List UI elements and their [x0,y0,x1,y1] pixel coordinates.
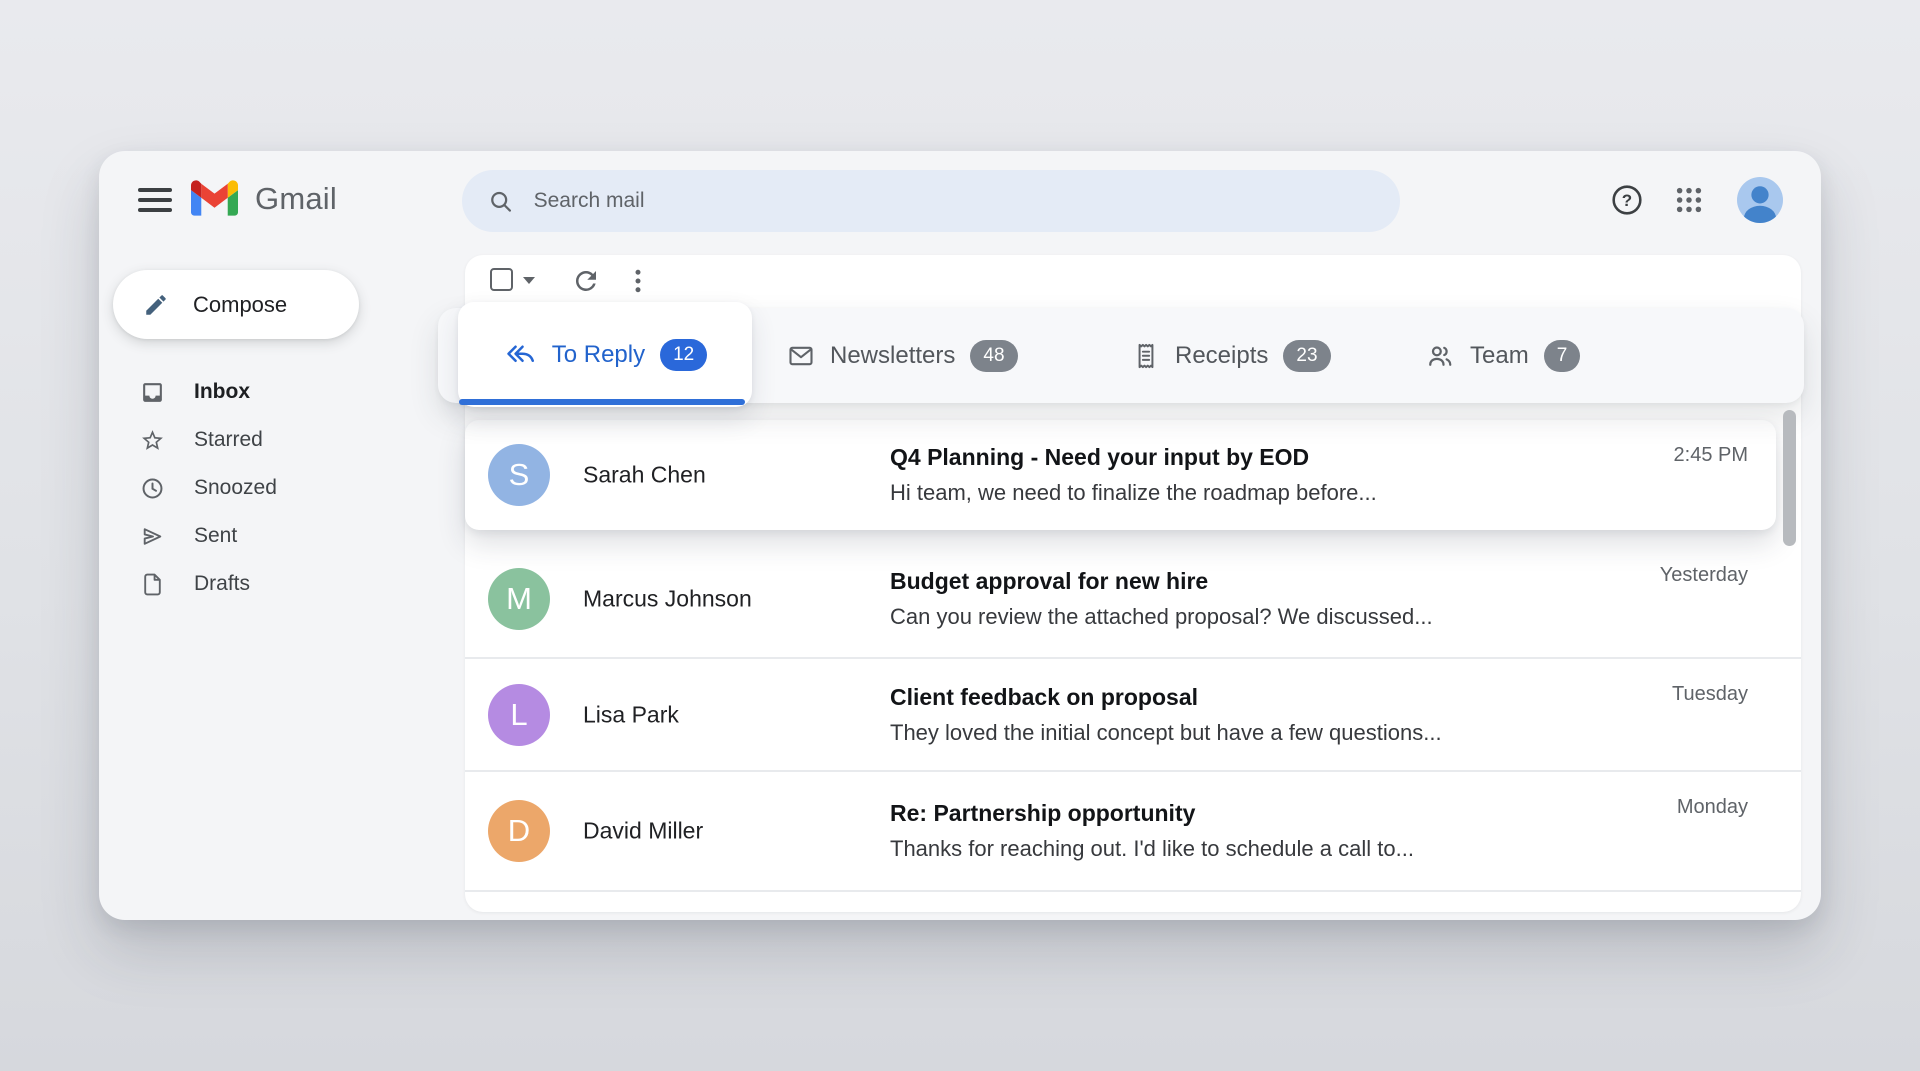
email-content: Budget approval for new hire Can you rev… [890,568,1650,630]
email-snippet: Hi team, we need to finalize the roadmap… [890,480,1650,506]
email-snippet: Can you review the attached proposal? We… [890,604,1650,630]
email-time: Monday [1677,796,1748,819]
email-sender: Marcus Johnson [583,585,863,612]
svg-text:?: ? [1622,191,1632,210]
list-toolbar [465,255,1801,309]
email-time: 2:45 PM [1674,444,1748,467]
list-scrollbar-thumb[interactable] [1783,410,1796,546]
tab-count-badge: 12 [660,339,707,371]
send-icon [140,524,165,549]
star-icon [140,428,165,453]
email-row-sarah-chen[interactable]: S Sarah Chen Q4 Planning - Need your inp… [465,420,1776,530]
sidebar-label-starred: Starred [194,428,263,452]
sidebar-label-drafts: Drafts [194,572,250,596]
tab-team[interactable]: Team 7 [1425,308,1580,403]
refresh-icon[interactable] [571,266,601,296]
app-title: Gmail [255,181,337,217]
compose-label: Compose [193,292,287,318]
email-sender: Sarah Chen [583,462,863,489]
sidebar-item-inbox[interactable]: Inbox [99,368,429,416]
email-time: Yesterday [1660,564,1748,587]
email-snippet: Thanks for reaching out. I'd like to sch… [890,836,1650,862]
receipt-icon [1132,342,1160,370]
reply-all-icon [503,341,537,369]
tab-receipts[interactable]: Receipts 23 [1132,308,1331,403]
clock-icon [140,476,165,501]
gmail-logo-icon [191,180,238,216]
envelope-icon [787,342,815,370]
active-tab-underline [459,399,745,405]
gmail-window: Gmail ? Compose [99,151,1821,920]
compose-button[interactable]: Compose [113,270,359,339]
avatar-person-icon [1737,177,1783,223]
sidebar-label-sent: Sent [194,524,237,548]
help-button[interactable]: ? [1605,178,1649,222]
select-dropdown-caret[interactable] [523,277,535,284]
email-row-marcus-johnson[interactable]: M Marcus Johnson Budget approval for new… [465,540,1801,657]
sidebar-label-snoozed: Snoozed [194,476,277,500]
draft-file-icon [140,572,165,597]
help-icon: ? [1610,183,1644,217]
apps-grid-icon [1674,185,1704,215]
select-all-checkbox[interactable] [490,268,513,291]
email-subject: Re: Partnership opportunity [890,800,1650,827]
sidebar-item-starred[interactable]: Starred [99,416,429,464]
email-subject: Budget approval for new hire [890,568,1650,595]
email-time: Tuesday [1672,683,1748,706]
email-row-david-miller[interactable]: D David Miller Re: Partnership opportuni… [465,770,1801,892]
search-bar[interactable] [462,170,1400,232]
tab-label: Receipts [1175,342,1268,370]
sidebar-item-snoozed[interactable]: Snoozed [99,464,429,512]
tab-newsletters[interactable]: Newsletters 48 [787,308,1018,403]
email-sender: David Miller [583,818,863,845]
sidebar-item-drafts[interactable]: Drafts [99,560,429,608]
email-sender: Lisa Park [583,701,863,728]
email-content: Client feedback on proposal They loved t… [890,684,1650,746]
email-subject: Client feedback on proposal [890,684,1650,711]
email-row-lisa-park[interactable]: L Lisa Park Client feedback on proposal … [465,657,1801,770]
email-subject: Q4 Planning - Need your input by EOD [890,444,1650,471]
compose-pencil-icon [143,292,169,318]
sidebar-nav: Inbox Starred Snoozed Sent Drafts [99,368,429,608]
email-snippet: They loved the initial concept but have … [890,720,1650,746]
account-avatar[interactable] [1737,177,1783,223]
email-content: Q4 Planning - Need your input by EOD Hi … [890,444,1650,506]
avatar-sarah: S [488,444,550,506]
tab-count-badge: 23 [1283,340,1330,372]
more-options-icon[interactable] [623,266,653,296]
sidebar-label-inbox: Inbox [194,380,250,404]
tab-label: Team [1470,342,1529,370]
search-input[interactable] [534,189,1374,213]
sidebar-item-sent[interactable]: Sent [99,512,429,560]
tab-label: To Reply [552,341,645,369]
avatar-david: D [488,800,550,862]
inbox-icon [140,380,165,405]
tab-to-reply[interactable]: To Reply 12 [458,302,752,407]
avatar-lisa: L [488,684,550,746]
tab-count-badge: 7 [1544,340,1581,372]
search-icon [488,188,514,215]
hamburger-menu-icon[interactable] [138,186,172,216]
apps-grid-button[interactable] [1667,178,1711,222]
team-people-icon [1425,341,1455,371]
tab-count-badge: 48 [970,340,1017,372]
tab-label: Newsletters [830,342,955,370]
email-content: Re: Partnership opportunity Thanks for r… [890,800,1650,862]
avatar-marcus: M [488,568,550,630]
